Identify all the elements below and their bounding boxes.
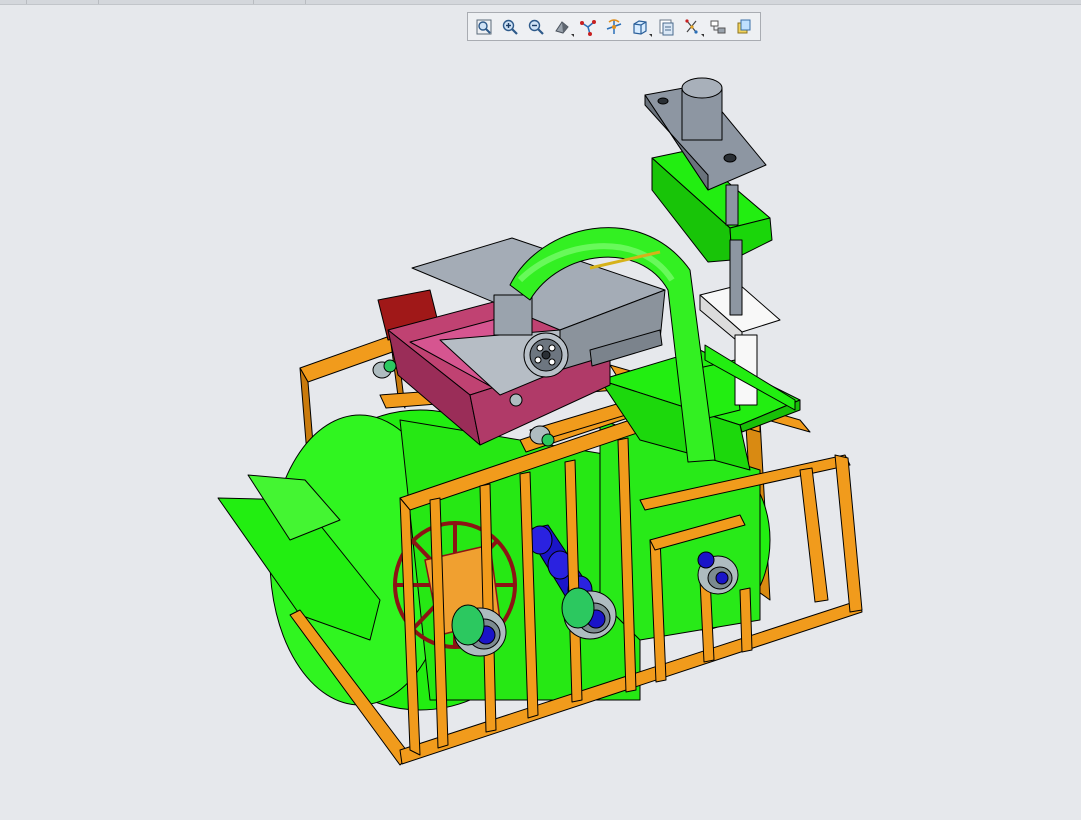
cad-assembly-model[interactable] — [0, 0, 1081, 820]
model-viewport[interactable] — [0, 45, 1081, 820]
